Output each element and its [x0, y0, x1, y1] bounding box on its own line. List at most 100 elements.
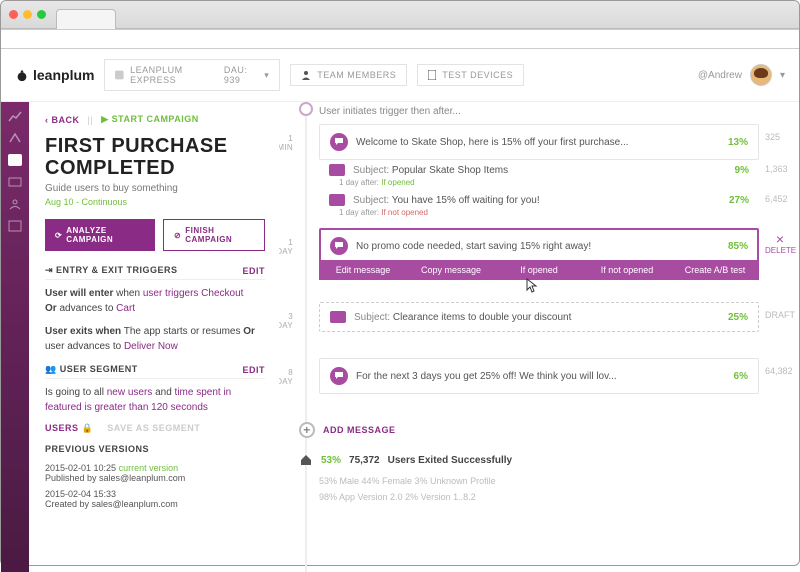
- person-icon: [301, 70, 311, 80]
- segment-heading: 👥 USER SEGMENT: [45, 364, 138, 375]
- nav-campaigns-icon[interactable]: [8, 154, 22, 166]
- left-nav-rail: [1, 102, 29, 572]
- message-3-text: Subject: You have 15% off waiting for yo…: [353, 195, 711, 206]
- dau-label: DAU: 939: [224, 65, 260, 85]
- time-label-1min: 1 MIN: [279, 134, 297, 152]
- action-if-not-opened[interactable]: If not opened: [583, 260, 671, 280]
- nav-ab-icon[interactable]: [8, 132, 22, 144]
- message-3-count: 6,452: [765, 194, 799, 204]
- version-2[interactable]: 2015-02-04 15:33 Created by sales@leanpl…: [45, 489, 265, 509]
- campaign-subtitle: Guide users to buy something: [45, 183, 265, 194]
- message-6-text: For the next 3 days you get 25% off! We …: [356, 371, 710, 382]
- test-devices-button[interactable]: TEST DEVICES: [417, 64, 524, 86]
- time-label-1day: 1 DAY: [279, 238, 297, 256]
- window-max-dot[interactable]: [37, 10, 46, 19]
- action-if-opened[interactable]: If opened: [495, 260, 583, 280]
- nav-users-icon[interactable]: [8, 198, 22, 210]
- cursor-icon: [524, 278, 538, 294]
- versions-heading: PREVIOUS VERSIONS: [45, 444, 149, 454]
- version-1[interactable]: 2015-02-01 10:25 current version Publish…: [45, 463, 265, 483]
- mail-icon: [329, 164, 345, 176]
- browser-chrome: [1, 1, 799, 29]
- message-card-3[interactable]: Subject: You have 15% off waiting for yo…: [319, 192, 759, 208]
- timeline-start-dot: [299, 102, 313, 116]
- close-icon: ×: [765, 232, 795, 246]
- message-card-5[interactable]: Subject: Clearance items to double your …: [319, 302, 759, 332]
- circle-icon: ⊘: [174, 231, 181, 240]
- message-card-4[interactable]: No promo code needed, start saving 15% r…: [319, 228, 759, 264]
- segment-edit-link[interactable]: EDIT: [242, 365, 265, 375]
- action-ab-test[interactable]: Create A/B test: [671, 260, 759, 280]
- chat-icon: [330, 133, 348, 151]
- triggers-heading: ⇥ ENTRY & EXIT TRIGGERS: [45, 265, 178, 276]
- finish-campaign-button[interactable]: ⊘FINISH CAMPAIGN: [163, 219, 265, 251]
- users-link[interactable]: USERS 🔒: [45, 423, 93, 434]
- browser-tab[interactable]: [56, 9, 116, 29]
- team-members-button[interactable]: TEAM MEMBERS: [290, 64, 407, 86]
- timeline-start-text: User initiates trigger then after...: [319, 106, 461, 117]
- exit-summary: 53% 75,372 Users Exited Successfully: [299, 454, 512, 466]
- mail-icon: [330, 311, 346, 323]
- message-card-2[interactable]: Subject: Popular Skate Shop Items 9%: [319, 162, 759, 178]
- time-label-3day: 3 DAY: [279, 312, 297, 330]
- time-label-8day: 8 DAY: [279, 368, 297, 386]
- window-close-dot[interactable]: [9, 10, 18, 19]
- segment-text: Is going to all new users and time spent…: [45, 385, 265, 415]
- message-card-1[interactable]: Welcome to Skate Shop, here is 15% off y…: [319, 124, 759, 160]
- message-6-pct: 6%: [718, 371, 748, 382]
- nav-settings-icon[interactable]: [8, 220, 22, 232]
- action-copy[interactable]: Copy message: [407, 260, 495, 280]
- exit-text: Users Exited Successfully: [388, 455, 513, 466]
- divider: ||: [88, 115, 94, 125]
- stats-line-2: 98% App Version 2.0 2% Version 1..8.2: [319, 492, 476, 502]
- exit-icon: [299, 454, 313, 466]
- message-3-pct: 27%: [719, 195, 749, 206]
- add-message-button[interactable]: + ADD MESSAGE: [299, 422, 396, 438]
- browser-urlbar[interactable]: [1, 29, 799, 49]
- message-2-count: 1,363: [765, 164, 799, 174]
- back-link[interactable]: ‹ BACK: [45, 115, 80, 125]
- campaign-title: FIRST PURCHASE COMPLETED: [45, 135, 265, 179]
- save-segment-link[interactable]: SAVE AS SEGMENT: [107, 423, 200, 434]
- test-devices-label: TEST DEVICES: [442, 70, 513, 80]
- exit-pct: 53%: [321, 455, 341, 466]
- plus-icon: +: [299, 422, 315, 438]
- message-card-6[interactable]: For the next 3 days you get 25% off! We …: [319, 358, 759, 394]
- analyze-campaign-button[interactable]: ⟳ANALYZE CAMPAIGN: [45, 219, 155, 251]
- delete-message-button[interactable]: ×DELETE: [765, 232, 795, 255]
- exit-trigger-text: User exits when The app starts or resume…: [45, 324, 265, 354]
- message-1-count: 325: [765, 132, 799, 142]
- action-edit[interactable]: Edit message: [319, 260, 407, 280]
- triggers-edit-link[interactable]: EDIT: [242, 266, 265, 276]
- brand-logo[interactable]: leanplum: [15, 67, 94, 83]
- message-3-delay: 1 day after: If not opened: [339, 208, 428, 217]
- nav-analytics-icon[interactable]: [8, 110, 22, 122]
- start-campaign-link[interactable]: ▶ START CAMPAIGN: [101, 114, 199, 125]
- chevron-down-icon: ▾: [780, 70, 785, 81]
- username: @Andrew: [698, 70, 742, 81]
- chat-icon: [330, 367, 348, 385]
- nav-messages-icon[interactable]: [8, 176, 22, 188]
- message-4-pct: 85%: [718, 241, 748, 252]
- message-2-pct: 9%: [719, 165, 749, 176]
- chevron-down-icon: ▾: [264, 70, 269, 81]
- campaign-sidebar: ‹ BACK || ▶ START CAMPAIGN FIRST PURCHAS…: [29, 102, 279, 572]
- app-selector-label: LEANPLUM EXPRESS: [130, 65, 218, 85]
- timeline-line: [305, 108, 307, 572]
- app-selector[interactable]: LEANPLUM EXPRESS DAU: 939 ▾: [104, 59, 280, 91]
- device-icon: [428, 70, 436, 80]
- entry-trigger-text: User will enter when user triggers Check…: [45, 286, 265, 316]
- avatar: [750, 64, 772, 86]
- campaign-schedule: Aug 10 - Continuous: [45, 197, 265, 207]
- stats-line-1: 53% Male 44% Female 3% Unknown Profile: [319, 476, 496, 486]
- app-topbar: leanplum LEANPLUM EXPRESS DAU: 939 ▾ TEA…: [1, 49, 799, 102]
- message-actions-bar: Edit message Copy message If opened If n…: [319, 260, 759, 280]
- window-min-dot[interactable]: [23, 10, 32, 19]
- brand-text: leanplum: [33, 67, 94, 83]
- user-menu[interactable]: @Andrew ▾: [698, 64, 785, 86]
- message-1-pct: 13%: [718, 137, 748, 148]
- message-5-text: Subject: Clearance items to double your …: [354, 312, 710, 323]
- app-icon: [115, 70, 124, 80]
- mail-icon: [329, 194, 345, 206]
- refresh-icon: ⟳: [55, 231, 62, 240]
